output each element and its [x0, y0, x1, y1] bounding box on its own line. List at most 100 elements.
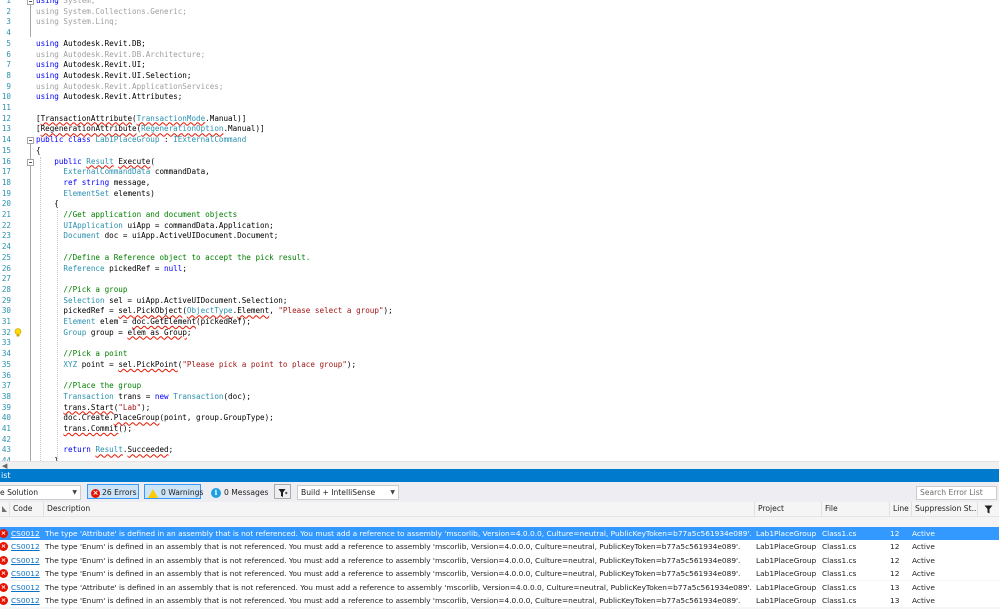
error-description: The type 'Enum' is defined in an assembl…	[45, 596, 741, 605]
header-suppression-state[interactable]: Suppression St...	[911, 502, 977, 516]
code-line: Reference pickedRef = null;	[36, 264, 186, 275]
line-number: 12	[1, 113, 11, 123]
code-token: (doc);	[223, 391, 251, 401]
error-row[interactable]: × CS0012 The type 'Attribute' is defined i…	[0, 580, 999, 594]
code-token: //Pick a group	[36, 284, 128, 294]
code-line: //Pick a point	[36, 349, 127, 360]
code-line: {	[36, 146, 41, 157]
code-token: Lab1PlaceGroup	[95, 135, 160, 145]
error-description: The type 'Enum' is defined in an assembl…	[45, 569, 741, 579]
error-row[interactable]: × CS0012 The type 'Enum' is defined in an …	[0, 594, 999, 608]
messages-filter-button[interactable]: i0 Messages	[207, 484, 269, 499]
search-error-list-input[interactable]: Search Error List	[916, 486, 997, 500]
filter-icon	[278, 489, 287, 497]
error-description: The type 'Attribute' is defined in an as…	[45, 529, 752, 538]
errors-filter-button[interactable]: × 26 Errors	[87, 484, 139, 499]
code-token: //Place the group	[36, 381, 142, 391]
search-placeholder: Search Error List	[920, 488, 983, 497]
code-line: public Result Execute(	[36, 157, 155, 168]
line-number: 37	[1, 381, 11, 391]
error-line: 13	[890, 582, 900, 592]
code-token: Group	[36, 327, 87, 337]
code-token: );	[141, 402, 151, 412]
error-code-link[interactable]: CS0012	[11, 540, 43, 553]
error-file: Class1.cs	[822, 569, 857, 579]
build-filter-dropdown[interactable]: Build + IntelliSense ▼	[297, 485, 399, 500]
code-token: ElementSet	[36, 188, 110, 198]
code-line: using System.Collections.Generic;	[36, 7, 187, 18]
error-code-link[interactable]: CS0012	[11, 527, 43, 540]
code-token: //Define a Reference object to accept th…	[36, 252, 311, 262]
line-number-gutter: 1 2 3 4 5 6 7 8 9 10 11 12 13 14 15 16 17 18 19 20 21 22 23 24 2…	[0, 0, 14, 461]
line-number: 8	[6, 70, 11, 80]
header-file[interactable]: File	[821, 502, 889, 516]
error-project: Lab1PlaceGroup	[756, 542, 817, 552]
error-project: Lab1PlaceGroup	[756, 596, 817, 605]
header-line[interactable]: Line	[889, 502, 911, 516]
error-code-link[interactable]: CS0012	[11, 594, 43, 607]
code-token: .Manual)]	[205, 113, 247, 123]
code-token: public	[36, 156, 87, 166]
header-description[interactable]: Description	[43, 502, 754, 516]
code-token: {	[36, 145, 41, 155]
line-number: 34	[1, 349, 11, 359]
error-row[interactable]: × CS0012 The type 'Enum' is defined in an …	[0, 567, 999, 581]
line-number: 38	[1, 391, 11, 401]
collapse-icon[interactable]	[27, 137, 34, 145]
scope-dropdown[interactable]: e Solution ▼	[0, 485, 81, 500]
line-number: 42	[1, 434, 11, 444]
code-token: Autodesk.Revit.DB;	[58, 38, 146, 48]
error-code-link[interactable]: CS0012	[11, 581, 43, 594]
error-line: 12	[890, 555, 900, 565]
code-line: [TransactionAttribute(TransactionMode.Ma…	[36, 114, 246, 125]
code-token: Element	[36, 317, 96, 326]
code-token: using	[36, 92, 59, 102]
code-line: using Autodesk.Revit.DB.Architecture;	[36, 50, 205, 61]
column-resize-icon	[2, 506, 7, 512]
code-token: trans =	[113, 391, 155, 401]
indent-guide	[40, 156, 41, 461]
code-token: );	[383, 306, 393, 316]
warnings-filter-button[interactable]: 0 Warnings	[144, 484, 203, 499]
line-number: 26	[1, 263, 11, 273]
collapse-icon[interactable]	[27, 158, 34, 166]
code-token: group =	[86, 327, 128, 337]
error-row[interactable]: × CS0012 The type 'Enum' is defined in an …	[0, 553, 999, 568]
code-editor[interactable]: 1 2 3 4 5 6 7 8 9 10 11 12 13 14 15 16 17 18 19 20 21 22 23 24 2…	[0, 0, 999, 461]
header-code[interactable]: Code	[9, 502, 43, 516]
code-line: Transaction trans = new Transaction(doc)…	[36, 392, 251, 403]
code-line: using System.Linq;	[36, 17, 118, 28]
line-number: 29	[1, 295, 11, 305]
error-code-link[interactable]: CS0012	[11, 567, 43, 580]
code-token: Element	[237, 306, 270, 316]
chevron-down-icon: ▼	[390, 489, 395, 496]
line-number: 3	[6, 17, 11, 27]
line-number: 4	[6, 28, 11, 38]
error-line: 13	[890, 596, 900, 605]
line-number: 33	[1, 338, 11, 348]
indent-guide	[57, 210, 58, 461]
header-icon-column[interactable]	[0, 502, 9, 516]
line-number: 14	[1, 135, 11, 145]
filter-toggle-button[interactable]	[274, 484, 291, 499]
code-token: ExternalCommandData	[36, 167, 151, 177]
error-line: 12	[890, 569, 900, 579]
error-row[interactable]: × CS0012 The type 'Attribute' is defined i…	[0, 527, 999, 541]
code-line: doc.Create.PlaceGroup(point, group.Group…	[36, 413, 273, 424]
error-list-header: Code Description Project File Line Suppr…	[0, 502, 999, 517]
code-token: //Get application and document objects	[36, 210, 238, 219]
line-number: 31	[1, 317, 11, 326]
error-description: The type 'Enum' is defined in an assembl…	[45, 542, 741, 552]
line-number: 13	[1, 124, 11, 134]
error-row[interactable]: × CS0012 The type 'Enum' is defined in an …	[0, 540, 999, 554]
lightbulb-icon[interactable]	[14, 328, 22, 338]
error-suppression-state: Active	[912, 529, 935, 538]
error-code-link[interactable]: CS0012	[11, 554, 43, 567]
code-line: trans.Start("Lab");	[36, 403, 150, 414]
chevron-down-icon: ▼	[72, 489, 77, 496]
error-file: Class1.cs	[822, 596, 857, 605]
header-project[interactable]: Project	[754, 502, 821, 516]
column-filter-button[interactable]	[977, 502, 999, 516]
code-token: doc.GetElement	[132, 317, 197, 326]
code-token: using	[36, 0, 59, 5]
